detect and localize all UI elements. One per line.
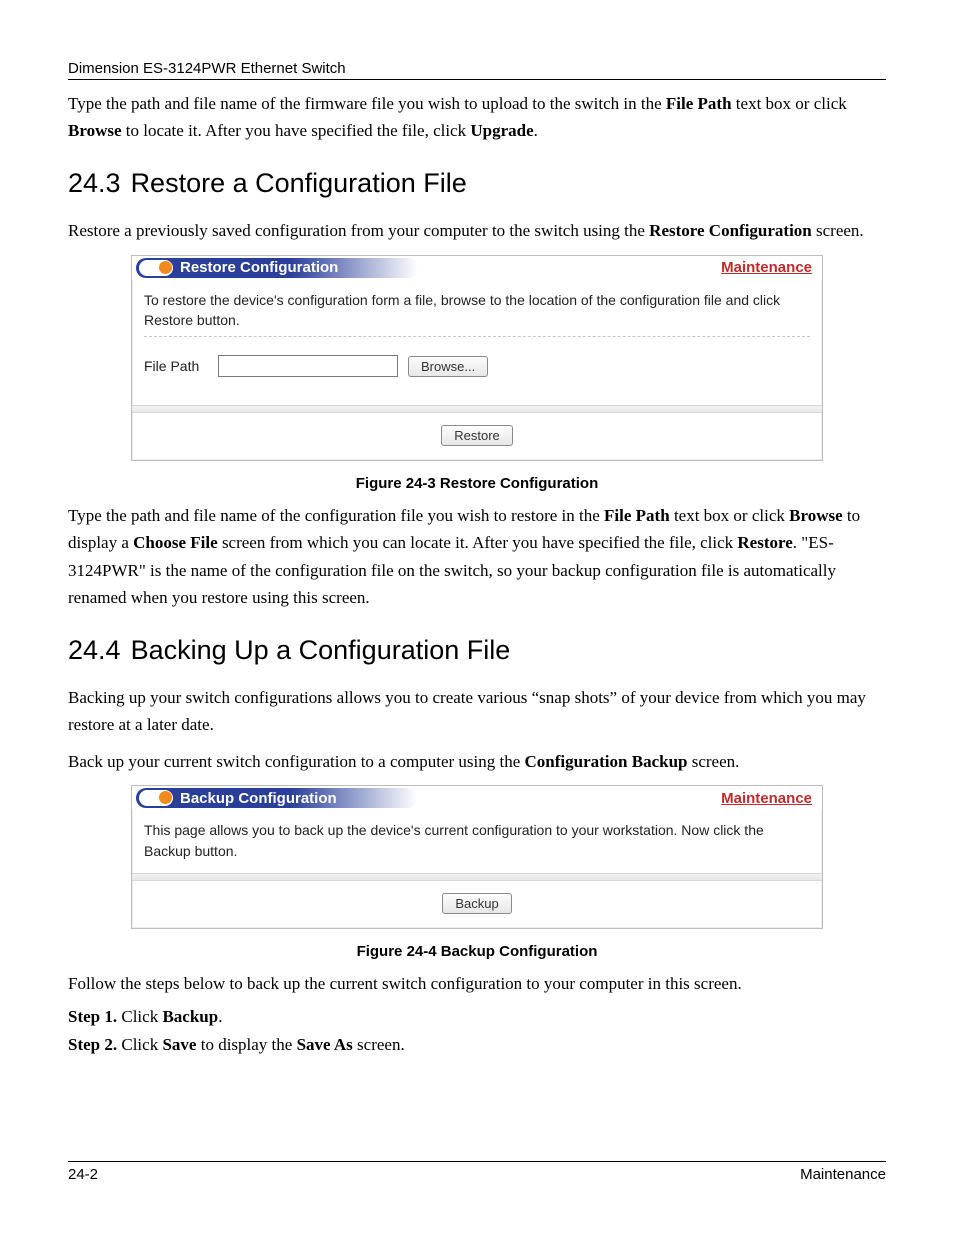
restore-config-panel: Restore Configuration Maintenance To res…: [131, 255, 823, 462]
backup-use-paragraph: Back up your current switch configuratio…: [68, 748, 886, 775]
text: text box or click: [670, 506, 789, 525]
bold-upgrade: Upgrade: [470, 121, 533, 140]
bold-restore-config: Restore Configuration: [649, 221, 812, 240]
maintenance-link[interactable]: Maintenance: [721, 790, 812, 807]
page-number: 24-2: [68, 1166, 98, 1183]
toggle-icon: [138, 259, 174, 277]
section-title: Backing Up a Configuration File: [131, 635, 511, 665]
panel-header: Restore Configuration Maintenance: [132, 256, 822, 280]
bold-file-path: File Path: [666, 94, 732, 113]
panel-title: Restore Configuration: [180, 259, 338, 276]
browse-button[interactable]: Browse...: [408, 356, 488, 377]
chapter-name: Maintenance: [800, 1166, 886, 1183]
text: .: [218, 1007, 222, 1026]
panel-separator: [132, 405, 822, 413]
section-number: 24.4: [68, 635, 121, 666]
text: screen from which you can locate it. Aft…: [218, 533, 738, 552]
panel-footer: Restore: [132, 413, 822, 460]
bold-backup: Backup: [162, 1007, 218, 1026]
text: Type the path and file name of the confi…: [68, 506, 604, 525]
text: Click: [117, 1035, 162, 1054]
text: Back up your current switch configuratio…: [68, 752, 525, 771]
bold-choose-file: Choose File: [133, 533, 218, 552]
restore-intro-paragraph: Restore a previously saved configuration…: [68, 217, 886, 244]
section-title: Restore a Configuration File: [131, 168, 467, 198]
step-label: Step 1.: [68, 1007, 117, 1026]
backup-button[interactable]: Backup: [442, 893, 511, 914]
bold-file-path: File Path: [604, 506, 670, 525]
panel-header: Backup Configuration Maintenance: [132, 786, 822, 810]
file-path-label: File Path: [144, 358, 208, 374]
bold-browse: Browse: [68, 121, 122, 140]
section-heading-backup: 24.4 Backing Up a Configuration File: [68, 635, 886, 666]
text: Restore a previously saved configuration…: [68, 221, 649, 240]
restore-detail-paragraph: Type the path and file name of the confi…: [68, 502, 886, 611]
panel-title: Backup Configuration: [180, 790, 337, 807]
file-path-input[interactable]: [218, 355, 398, 377]
text: Type the path and file name of the firmw…: [68, 94, 666, 113]
bold-config-backup: Configuration Backup: [525, 752, 688, 771]
step-2: Step 2. Click Save to display the Save A…: [68, 1035, 886, 1055]
restore-button[interactable]: Restore: [441, 425, 513, 446]
panel-body: To restore the device's configuration fo…: [132, 280, 822, 406]
panel-title-wrap: Backup Configuration: [136, 788, 417, 808]
page-footer: 24-2 Maintenance: [68, 1161, 886, 1183]
intro-paragraph: Type the path and file name of the firmw…: [68, 90, 886, 144]
bold-restore: Restore: [737, 533, 792, 552]
figure-caption-restore: Figure 24-3 Restore Configuration: [68, 475, 886, 492]
text: text box or click: [732, 94, 847, 113]
panel-body: This page allows you to back up the devi…: [132, 810, 822, 873]
bold-save: Save: [162, 1035, 196, 1054]
running-header: Dimension ES-3124PWR Ethernet Switch: [68, 60, 886, 80]
section-number: 24.3: [68, 168, 121, 199]
section-heading-restore: 24.3 Restore a Configuration File: [68, 168, 886, 199]
text: to locate it. After you have specified t…: [122, 121, 471, 140]
bold-browse: Browse: [789, 506, 843, 525]
figure-caption-backup: Figure 24-4 Backup Configuration: [68, 943, 886, 960]
panel-footer: Backup: [132, 881, 822, 928]
text: to display the: [196, 1035, 296, 1054]
text: Click: [117, 1007, 162, 1026]
text: screen.: [687, 752, 739, 771]
backup-steps-intro: Follow the steps below to back up the cu…: [68, 970, 886, 997]
panel-description: To restore the device's configuration fo…: [144, 290, 810, 338]
panel-description: This page allows you to back up the devi…: [144, 820, 810, 867]
maintenance-link[interactable]: Maintenance: [721, 259, 812, 276]
backup-config-panel: Backup Configuration Maintenance This pa…: [131, 785, 823, 929]
backup-intro-paragraph: Backing up your switch configurations al…: [68, 684, 886, 738]
step-label: Step 2.: [68, 1035, 117, 1054]
toggle-icon: [138, 789, 174, 807]
text: .: [534, 121, 538, 140]
step-1: Step 1. Click Backup.: [68, 1007, 886, 1027]
panel-separator: [132, 873, 822, 881]
file-path-row: File Path Browse...: [144, 355, 810, 377]
text: screen.: [353, 1035, 405, 1054]
panel-title-wrap: Restore Configuration: [136, 258, 418, 278]
text: screen.: [812, 221, 864, 240]
bold-save-as: Save As: [297, 1035, 353, 1054]
